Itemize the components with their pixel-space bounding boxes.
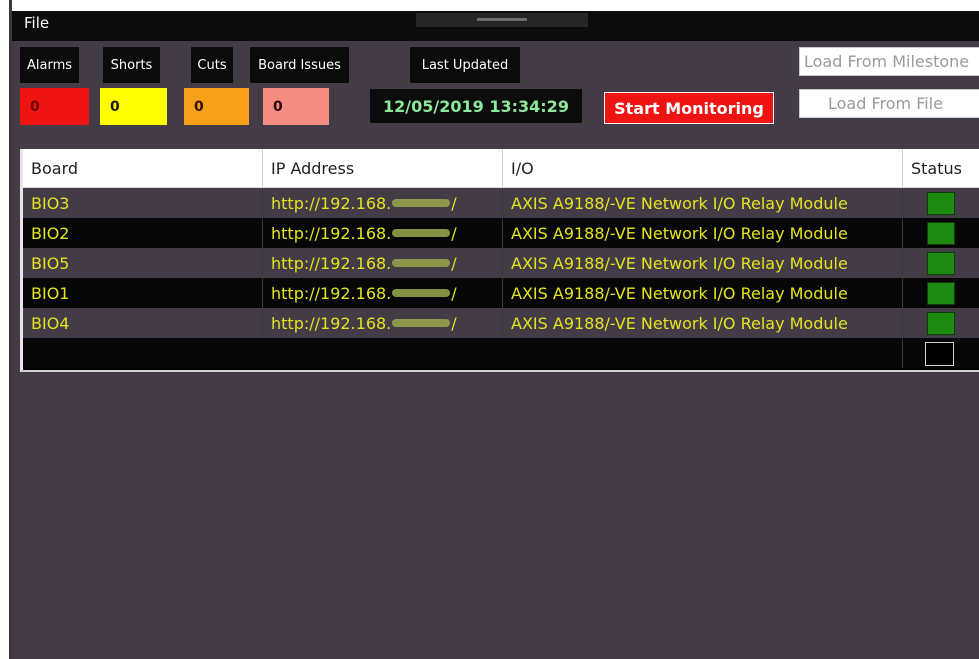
cuts-count: 0 <box>184 88 249 125</box>
window-top-strip <box>12 0 979 11</box>
redacted-ip-blur <box>392 259 451 267</box>
menu-bar: File <box>12 11 979 41</box>
ip-suffix: / <box>451 283 457 303</box>
shorts-label: Shorts <box>103 47 160 83</box>
grip-handle-icon <box>477 18 527 21</box>
ip-suffix: / <box>451 313 457 333</box>
status-ok-indicator <box>927 222 955 245</box>
status-ok-indicator <box>927 192 955 215</box>
table-row[interactable]: BIO3 http://192.168. / AXIS A9188/-VE Net… <box>23 188 979 218</box>
table-header: Board IP Address I/O Status <box>23 149 979 188</box>
last-updated-label: Last Updated <box>410 47 520 83</box>
load-from-file-button[interactable]: Load From File <box>799 89 979 118</box>
io-cell: AXIS A9188/-VE Network I/O Relay Module <box>502 188 902 218</box>
ip-suffix: / <box>451 193 457 213</box>
ip-prefix: http://192.168. <box>271 223 392 243</box>
ip-cell: http://192.168. / <box>262 248 502 278</box>
status-cell <box>902 218 979 248</box>
shorts-count: 0 <box>100 88 167 125</box>
column-header-status[interactable]: Status <box>902 149 979 187</box>
status-empty-indicator <box>925 342 954 366</box>
ip-suffix: / <box>451 253 457 273</box>
cuts-label: Cuts <box>191 47 233 83</box>
ip-cell: http://192.168. / <box>262 278 502 308</box>
status-cell <box>902 278 979 308</box>
boards-table: Board IP Address I/O Status BIO3 http://… <box>20 149 979 372</box>
board-cell: BIO5 <box>31 253 70 273</box>
redacted-ip-blur <box>392 199 451 207</box>
status-ok-indicator <box>927 282 955 305</box>
column-header-io[interactable]: I/O <box>502 149 902 187</box>
status-ok-indicator <box>927 312 955 335</box>
ip-suffix: / <box>451 223 457 243</box>
table-row[interactable]: BIO4 http://192.168. / AXIS A9188/-VE Net… <box>23 308 979 338</box>
ip-prefix: http://192.168. <box>271 313 392 333</box>
ip-prefix: http://192.168. <box>271 193 392 213</box>
ip-prefix: http://192.168. <box>271 253 392 273</box>
ip-cell: http://192.168. / <box>262 308 502 338</box>
board-cell: BIO1 <box>31 283 70 303</box>
redacted-ip-blur <box>392 289 451 297</box>
status-cell <box>902 338 979 368</box>
table-row[interactable]: BIO2 http://192.168. / AXIS A9188/-VE Net… <box>23 218 979 248</box>
menu-file[interactable]: File <box>24 14 49 32</box>
main-panel: Alarms Shorts Cuts Board Issues Last Upd… <box>12 41 979 659</box>
load-from-milestone-button[interactable]: Load From Milestone <box>799 47 979 76</box>
board-cell: BIO2 <box>31 223 70 243</box>
status-cell <box>902 308 979 338</box>
window-left-edge <box>0 0 12 659</box>
alarms-label: Alarms <box>20 47 79 83</box>
io-cell: AXIS A9188/-VE Network I/O Relay Module <box>502 308 902 338</box>
alarms-count: 0 <box>20 88 89 125</box>
last-updated-timestamp: 12/05/2019 13:34:29 <box>370 89 582 123</box>
board-issues-count: 0 <box>263 88 329 125</box>
io-cell: AXIS A9188/-VE Network I/O Relay Module <box>502 218 902 248</box>
io-cell: AXIS A9188/-VE Network I/O Relay Module <box>502 248 902 278</box>
redacted-ip-blur <box>392 319 451 327</box>
table-row[interactable]: BIO5 http://192.168. / AXIS A9188/-VE Net… <box>23 248 979 278</box>
ip-cell: http://192.168. / <box>262 218 502 248</box>
board-issues-label: Board Issues <box>250 47 349 83</box>
status-cell <box>902 188 979 218</box>
start-monitoring-button[interactable]: Start Monitoring <box>604 92 774 124</box>
table-new-row[interactable] <box>23 338 979 368</box>
column-header-ip-address[interactable]: IP Address <box>262 149 502 187</box>
drag-grip[interactable] <box>416 13 588 27</box>
status-cell <box>902 248 979 278</box>
table-row[interactable]: BIO1 http://192.168. / AXIS A9188/-VE Net… <box>23 278 979 308</box>
ip-cell: http://192.168. / <box>262 188 502 218</box>
status-ok-indicator <box>927 252 955 275</box>
column-header-board[interactable]: Board <box>23 149 262 187</box>
board-cell: BIO4 <box>31 313 70 333</box>
redacted-ip-blur <box>392 229 451 237</box>
ip-prefix: http://192.168. <box>271 283 392 303</box>
io-cell: AXIS A9188/-VE Network I/O Relay Module <box>502 278 902 308</box>
board-cell: BIO3 <box>31 193 70 213</box>
